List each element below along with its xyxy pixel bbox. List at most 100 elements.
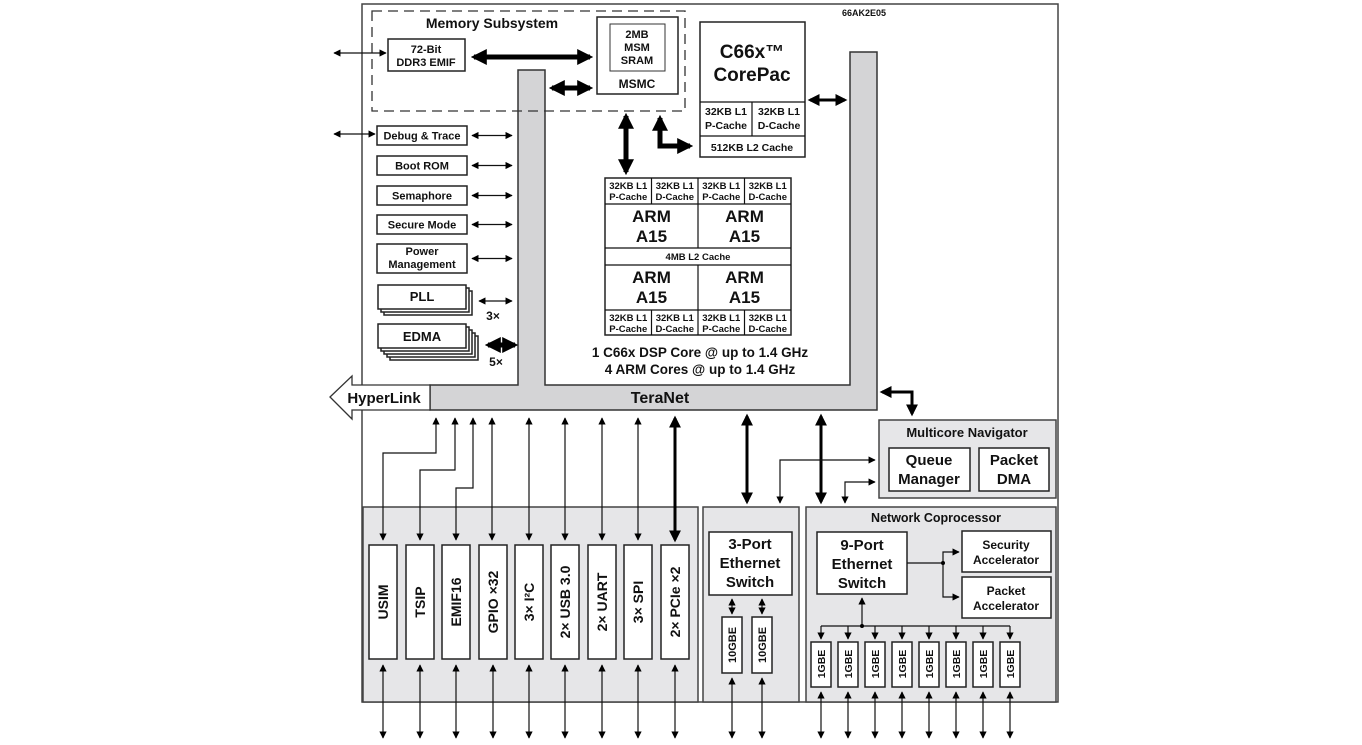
port-10gbe: 10GBE (751, 616, 773, 674)
svg-text:72-Bit: 72-Bit (411, 44, 442, 56)
peripheral-secure-mode: Secure Mode (376, 214, 468, 235)
port-1gbe: 1GBE (891, 641, 913, 688)
svg-text:Secure Mode: Secure Mode (388, 220, 456, 232)
c66x-corepac: C66x™ CorePac 32KB L1 P-Cache 32KB L1 D-… (699, 21, 806, 158)
svg-text:32KB L1: 32KB L1 (705, 106, 747, 118)
io-block-2-uart: 2× UART (587, 544, 617, 660)
svg-text:Manager: Manager (898, 471, 960, 488)
arm-l1-cache-label: D-Cache (748, 192, 787, 203)
svg-text:1GBE: 1GBE (924, 650, 936, 679)
svg-text:3-Port: 3-Port (728, 536, 771, 553)
arm-a15-cluster: 32KB L1P-Cache32KB L1D-Cache32KB L1P-Cac… (604, 177, 792, 336)
arm-core-label: ARM (632, 268, 671, 287)
arm-l1-cache-label: P-Cache (609, 324, 647, 335)
ethernet-3port-switch: 3-Port Ethernet Switch (708, 531, 793, 596)
io-block-emif16: EMIF16 (441, 544, 471, 660)
svg-text:PLL: PLL (410, 289, 435, 304)
svg-text:9-Port: 9-Port (840, 537, 883, 554)
junction-dot (941, 561, 945, 565)
svg-text:10GBE: 10GBE (757, 627, 769, 663)
arm-l1-cache-label: P-Cache (702, 192, 740, 203)
svg-text:Semaphore: Semaphore (392, 191, 452, 203)
svg-text:Security: Security (982, 538, 1030, 552)
port-1gbe: 1GBE (918, 641, 940, 688)
svg-text:1GBE: 1GBE (978, 650, 990, 679)
svg-text:1GBE: 1GBE (951, 650, 963, 679)
arm-l2-cache-label: 4MB L2 Cache (666, 252, 731, 263)
arm-l1-cache-label: D-Cache (748, 324, 787, 335)
port-1gbe: 1GBE (945, 641, 967, 688)
arm-core-label: ARM (632, 207, 671, 226)
port-1gbe: 1GBE (972, 641, 994, 688)
security-accelerator: Security Accelerator (961, 530, 1052, 573)
svg-text:C66x™: C66x™ (720, 42, 784, 63)
ethernet-9port-switch: 9-Port Ethernet Switch (816, 531, 908, 595)
pll-multiplier: 3× (486, 309, 500, 323)
svg-text:Packet: Packet (987, 584, 1026, 598)
arm-l1-cache-label: P-Cache (609, 192, 647, 203)
svg-text:Ethernet: Ethernet (832, 556, 893, 573)
arm-l1-cache-label: 32KB L1 (749, 181, 788, 192)
network-coprocessor-title: Network Coprocessor (871, 511, 1001, 525)
svg-text:2× PCIe ×2: 2× PCIe ×2 (667, 566, 683, 637)
svg-text:Management: Management (388, 259, 456, 271)
multicore-navigator: Multicore Navigator Queue Manager Packet… (878, 419, 1057, 499)
port-1gbe: 1GBE (837, 641, 859, 688)
arm-l1-cache-label: P-Cache (702, 324, 740, 335)
arm-core-label: A15 (729, 227, 760, 246)
arm-l1-cache-label: D-Cache (655, 324, 694, 335)
io-block-3-spi: 3× SPI (623, 544, 653, 660)
arm-l1-cache-label: 32KB L1 (656, 181, 695, 192)
port-10gbe: 10GBE (721, 616, 743, 674)
svg-text:Queue: Queue (906, 452, 953, 469)
svg-text:10GBE: 10GBE (727, 627, 739, 663)
arm-l1-cache-label: 32KB L1 (656, 313, 695, 324)
svg-text:P-Cache: P-Cache (705, 120, 747, 132)
arm-core-label: A15 (636, 288, 667, 307)
svg-text:SRAM: SRAM (621, 55, 653, 67)
svg-text:2× UART: 2× UART (594, 572, 610, 631)
svg-text:GPIO ×32: GPIO ×32 (485, 570, 501, 633)
svg-text:Power: Power (405, 246, 439, 258)
arm-l1-cache-label: 32KB L1 (609, 313, 648, 324)
svg-text:DDR3 EMIF: DDR3 EMIF (396, 57, 456, 69)
svg-text:D-Cache: D-Cache (758, 120, 801, 132)
peripheral-debug-trace: Debug & Trace (376, 125, 468, 146)
edma-block: EDMA (377, 323, 479, 361)
svg-text:USIM: USIM (375, 585, 391, 620)
peripheral-power-management: PowerManagement (376, 243, 468, 274)
core-summary-dsp: 1 C66x DSP Core @ up to 1.4 GHz (592, 345, 808, 360)
svg-text:Multicore Navigator: Multicore Navigator (906, 425, 1027, 440)
svg-text:Switch: Switch (838, 575, 886, 592)
peripheral-semaphore: Semaphore (376, 185, 468, 206)
svg-text:2× USB 3.0: 2× USB 3.0 (557, 565, 573, 638)
ddr3-emif-block: 72-Bit DDR3 EMIF (387, 38, 466, 72)
svg-text:32KB L1: 32KB L1 (758, 106, 800, 118)
arm-l1-cache-label: 32KB L1 (702, 313, 741, 324)
svg-text:1GBE: 1GBE (897, 650, 909, 679)
svg-text:Switch: Switch (726, 574, 774, 591)
port-1gbe: 1GBE (810, 641, 832, 688)
arm-core-label: A15 (729, 288, 760, 307)
svg-text:Accelerator: Accelerator (973, 599, 1039, 613)
io-block-gpio-32: GPIO ×32 (478, 544, 508, 660)
io-block-usim: USIM (368, 544, 398, 660)
svg-text:CorePac: CorePac (713, 65, 791, 86)
svg-text:2MB: 2MB (625, 29, 648, 41)
msmc-block: 2MB MSM SRAM MSMC (596, 16, 679, 95)
svg-text:Accelerator: Accelerator (973, 553, 1039, 567)
packet-accelerator: Packet Accelerator (961, 576, 1052, 619)
arm-core-label: ARM (725, 207, 764, 226)
io-block-3-i-c: 3× I²C (514, 544, 544, 660)
peripheral-boot-rom: Boot ROM (376, 155, 468, 176)
arm-l1-cache-label: D-Cache (655, 192, 694, 203)
svg-text:1GBE: 1GBE (843, 650, 855, 679)
svg-text:1GBE: 1GBE (870, 650, 882, 679)
svg-text:EMIF16: EMIF16 (448, 577, 464, 626)
svg-text:EDMA: EDMA (403, 329, 442, 344)
svg-text:3× I²C: 3× I²C (521, 583, 537, 622)
port-1gbe: 1GBE (864, 641, 886, 688)
hyperlink-label: HyperLink (347, 390, 421, 407)
svg-text:DMA: DMA (997, 471, 1031, 488)
svg-text:512KB L2 Cache: 512KB L2 Cache (711, 142, 793, 154)
